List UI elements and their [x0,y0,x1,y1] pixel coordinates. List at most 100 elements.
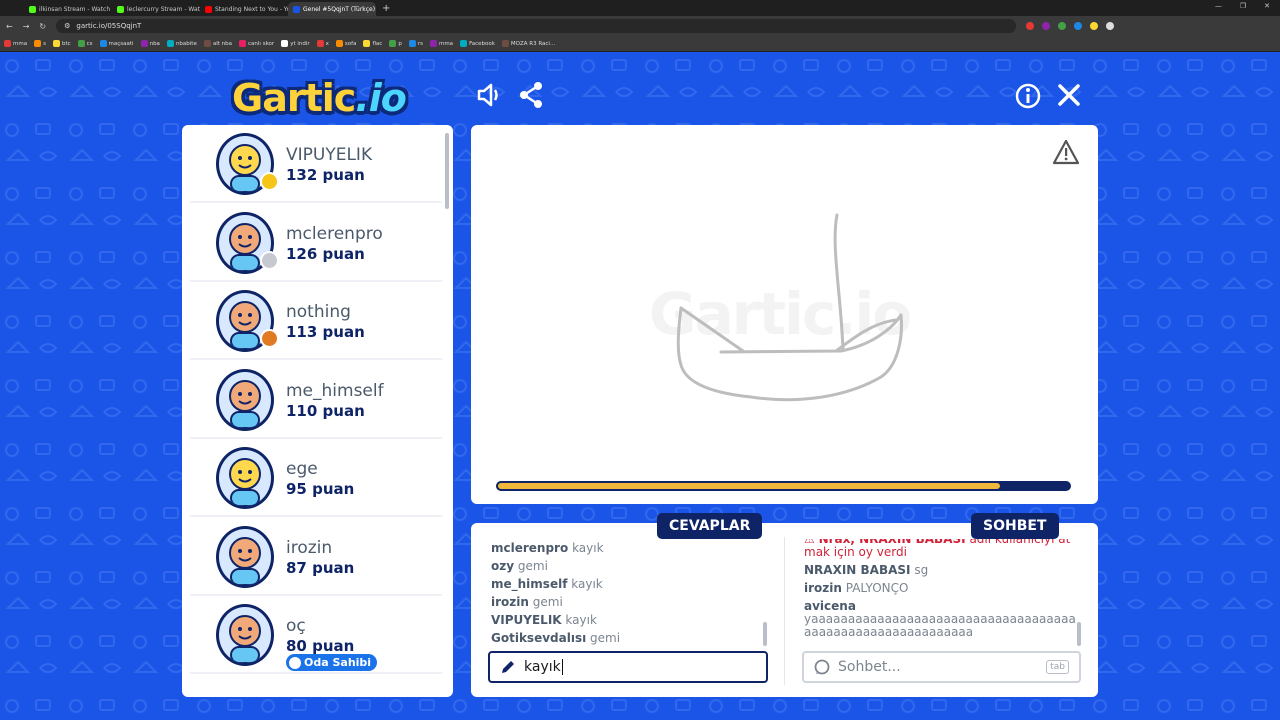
share-icon[interactable] [518,81,548,111]
extensions [1026,22,1115,30]
maximize-button[interactable]: ❐ [1240,2,1246,10]
answers-list: mclerenpro kayık ozy gemi me_himself kayık… [491,539,771,649]
bookmark-icon [99,40,107,47]
bookmark-item[interactable]: nba [140,40,160,47]
extension-icon[interactable] [1042,22,1051,30]
site-info-icon[interactable]: ⚙ [64,22,70,30]
round-timer-fill [496,481,1002,491]
drawing-canvas[interactable]: Gartic.io [471,125,1098,504]
browser-tab[interactable]: leclercurry Stream - Watch✕ [112,2,200,16]
bookmark-label: nbabite [175,40,197,47]
bookmark-icon [34,40,42,47]
bookmark-item[interactable]: flac [363,40,382,47]
bookmark-icon [140,40,148,47]
url-bar[interactable]: ⚙ gartic.io/05SQqjnT [56,19,1017,33]
browser-tab[interactable]: Genel #5QqjnT (Türkçe) - G✕ [288,2,376,16]
player-name: VIPUYELIK [286,145,373,165]
bookmark-item[interactable]: p [389,40,402,47]
player-name: irozin [286,537,333,558]
answer-user: VIPUYELIK [491,613,562,627]
player-score: 113 puan [286,323,365,341]
bookmark-icon [281,40,289,47]
player-row: VIPUYELIK 132 puan [190,125,442,203]
bookmark-item[interactable]: nbabite [166,40,197,47]
extension-icon[interactable] [1074,22,1083,30]
logo-io-text: .io [355,76,407,120]
tab-favicon-icon [205,5,212,13]
answer-user: irozin [491,595,529,609]
profile-avatar[interactable] [1106,22,1115,30]
player-row: ege 95 puan [190,439,442,517]
chat-message: irozin PALYONÇO [804,582,1080,595]
window-close-button[interactable]: ✕ [1264,2,1270,10]
gartic-page: Gartic.io VIPUYELIK 132 puan mclerenpro 126… [0,52,1280,720]
bookmark-item[interactable]: mma [429,40,453,47]
bookmark-label: alt nba [212,40,233,47]
bookmark-item[interactable]: MOZA R3 Raci... [501,40,555,47]
extension-icon[interactable] [1090,22,1099,30]
bookmark-item[interactable]: mma [4,40,27,47]
speaker-icon[interactable] [475,81,505,111]
chat-area: CEVAPLAR SOHBET mclerenpro kayık ozy gemi… [471,513,1098,697]
player-score: 110 puan [286,401,365,420]
bookmark-item[interactable]: x [316,40,329,47]
extension-icon[interactable] [1058,22,1067,30]
answer-text: kayık [565,613,597,627]
bookmark-label: cs [86,40,93,47]
round-timer-bar [496,481,1071,491]
bookmark-item[interactable]: s [34,40,46,47]
player-row: me_himself 110 puan [190,361,442,439]
answer-entry: Gotiksevdalısı gemi [491,629,771,647]
forward-icon[interactable]: → [23,22,30,31]
extension-icon[interactable] [1026,22,1035,30]
reload-icon[interactable]: ↻ [39,22,46,31]
answer-user: mclerenpro [491,541,569,555]
player-row: irozin 87 puan [190,518,442,596]
bookmark-item[interactable]: Facebook [460,40,495,47]
bookmark-item[interactable]: cs [77,40,93,47]
minimize-button[interactable]: — [1215,2,1222,10]
answer-entry: VIPUYELIK kayık [491,611,771,629]
bookmark-icon [408,40,416,47]
browser-tab-strip: ilkinsan Stream - Watch Liv✕leclercurry … [0,0,1280,16]
browser-tab[interactable]: ilkinsan Stream - Watch Liv✕ [24,2,112,16]
chat-scrollbar[interactable] [1077,622,1081,646]
gartic-logo[interactable]: Gartic.io [232,76,407,120]
chat-input[interactable]: Sohbet... tab [802,651,1081,683]
pencil-icon [502,661,514,673]
answer-text: gemi [517,559,548,573]
answer-input-value: kayık [524,659,561,675]
browser-tab[interactable]: Standing Next to You - You✕ [200,2,288,16]
bookmark-label: yt indir [290,40,310,47]
answer-user: ozy [491,559,515,573]
text-caret [561,659,563,675]
warning-icon[interactable] [1052,139,1080,165]
chat-user: avicena [804,599,856,613]
info-icon[interactable] [1014,82,1044,112]
new-tab-button[interactable]: + [382,3,390,14]
back-icon[interactable]: ← [6,22,13,31]
player-row: nothing 113 puan [190,282,442,360]
rank-badge [260,329,279,348]
bookmark-label: nba [149,40,160,47]
bookmark-item[interactable]: maçsaati [99,40,134,47]
bookmark-item[interactable]: canlı skor [239,40,274,47]
answers-scrollbar[interactable] [763,622,767,646]
player-list-scrollbar[interactable] [445,133,449,209]
rank-badge [260,172,279,191]
chat-header: SOHBET [971,513,1059,539]
player-score: 87 puan [286,558,355,577]
chat-text: sg [914,563,929,577]
bookmark-item[interactable]: btc [52,40,71,47]
bookmark-item[interactable]: sofa [335,40,356,47]
address-bar-row: ← → ↻ ⚙ gartic.io/05SQqjnT [0,16,1280,36]
bookmark-item[interactable]: rs [408,40,423,47]
bookmark-icon [460,40,468,47]
bookmark-label: btc [61,40,71,47]
bookmark-item[interactable]: alt nba [203,40,233,47]
tab-title: Genel #5QqjnT (Türkçe) - G [303,5,376,13]
bookmark-item[interactable]: yt indir [281,40,310,47]
answer-input[interactable]: kayık [488,651,768,683]
bookmark-label: rs [417,40,423,47]
close-icon[interactable] [1055,81,1085,111]
